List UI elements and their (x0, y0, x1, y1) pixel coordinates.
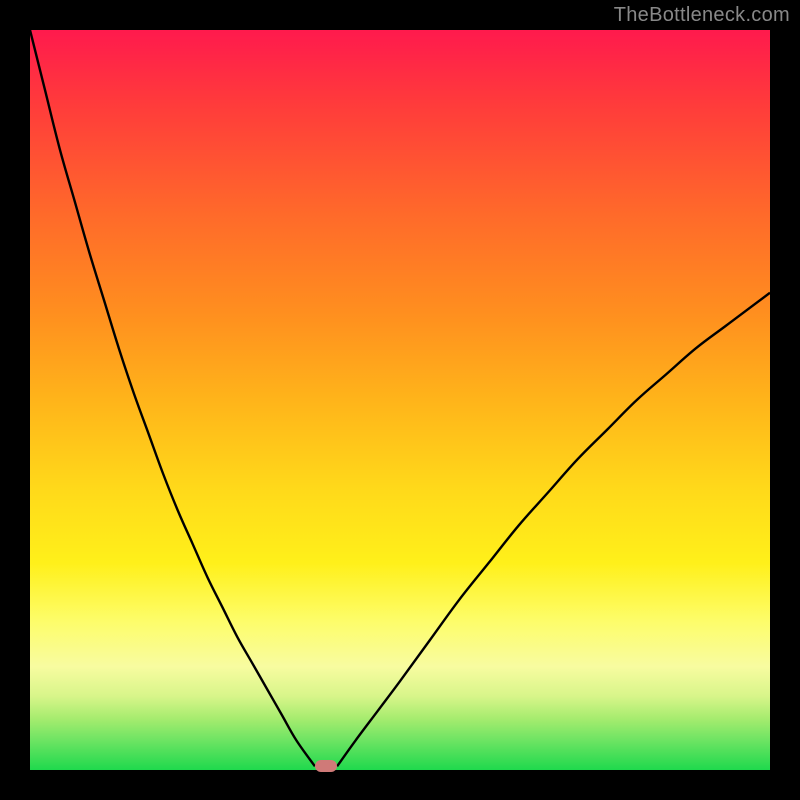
watermark-text: TheBottleneck.com (614, 4, 790, 27)
chart-frame: TheBottleneck.com (0, 0, 800, 800)
minimum-marker (315, 760, 337, 772)
bottleneck-curve (30, 30, 770, 770)
curve-left-branch (30, 30, 315, 766)
plot-area (30, 30, 770, 770)
curve-right-branch (337, 293, 770, 767)
